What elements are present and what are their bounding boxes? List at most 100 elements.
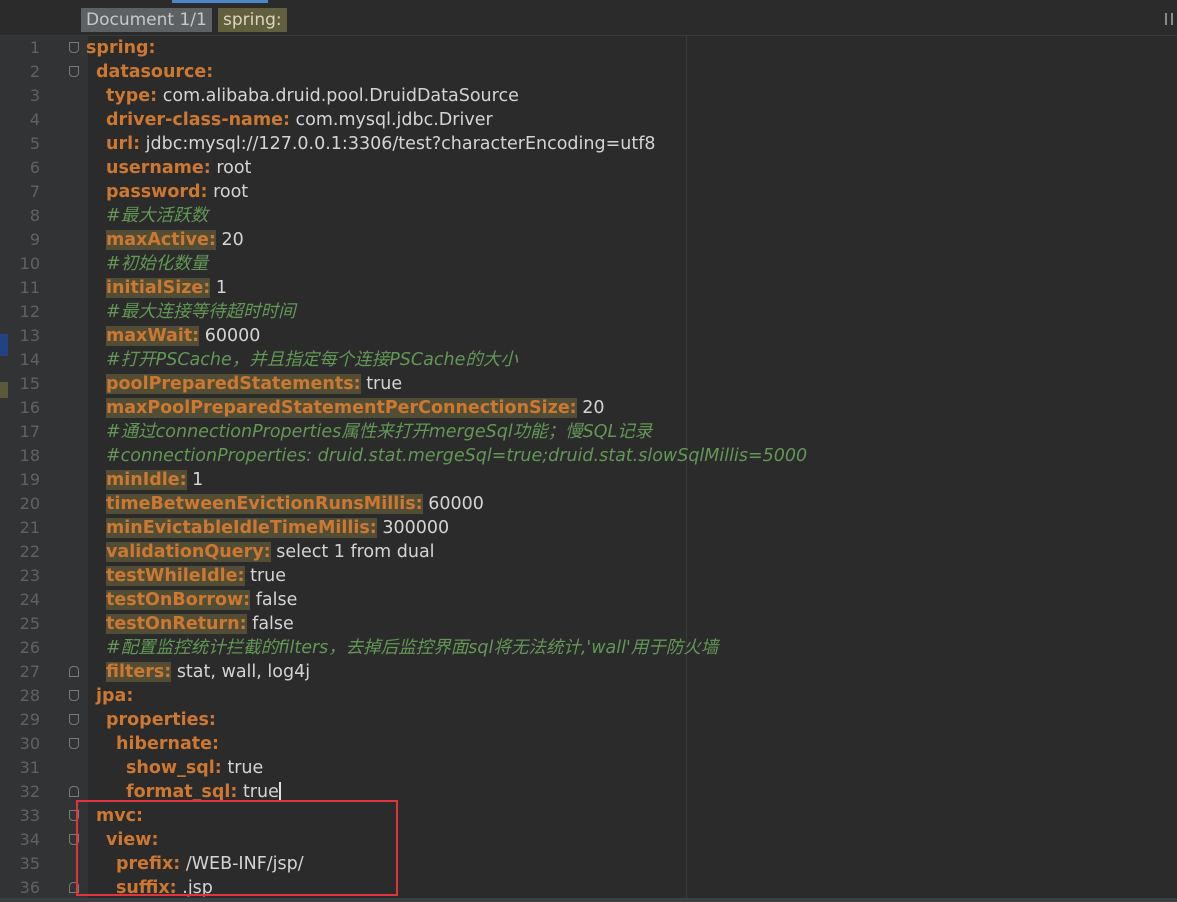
code-line[interactable]: driver-class-name: com.mysql.jdbc.Driver: [106, 108, 493, 132]
yaml-key: filters:: [106, 662, 172, 682]
code-line[interactable]: maxPoolPreparedStatementPerConnectionSiz…: [106, 396, 605, 420]
yaml-key: username:: [106, 158, 211, 178]
line-number: 27: [19, 662, 40, 681]
code-line[interactable]: minIdle: 1: [106, 468, 203, 492]
line-number: 23: [19, 566, 40, 585]
line-number: 32: [19, 782, 40, 801]
line-number: 8: [29, 206, 40, 225]
line-number: 14: [19, 350, 40, 369]
yaml-key: format_sql:: [126, 782, 238, 802]
code-line[interactable]: type: com.alibaba.druid.pool.DruidDataSo…: [106, 84, 519, 108]
fold-collapse-icon[interactable]: [69, 690, 79, 701]
line-number: 7: [29, 182, 40, 201]
strip-marker: [0, 382, 8, 398]
yaml-value: true: [237, 782, 279, 802]
yaml-key: initialSize:: [106, 278, 211, 298]
fold-collapse-icon[interactable]: [69, 738, 79, 749]
line-number: 10: [19, 254, 40, 273]
line-number: 34: [19, 830, 40, 849]
fold-collapse-icon[interactable]: [69, 42, 79, 53]
yaml-key: minIdle:: [106, 470, 187, 490]
fold-end-icon[interactable]: [69, 786, 79, 797]
yaml-comment: #配置监控统计拦截的filters，去掉后监控界面sql将无法统计,'wall'…: [106, 638, 719, 658]
yaml-value: select 1 from dual: [270, 542, 435, 562]
code-line[interactable]: show_sql: true: [126, 756, 263, 780]
code-line[interactable]: minEvictableIdleTimeMillis: 300000: [106, 516, 449, 540]
code-line[interactable]: maxActive: 20: [106, 228, 244, 252]
line-number: 5: [29, 134, 40, 153]
line-number-gutter[interactable]: 1 2 3 4 5 6 7 8 9 10 11 12 13 14 15 16 17 18 19 20 21 22 23 24 2…: [8, 36, 88, 898]
code-line[interactable]: poolPreparedStatements: true: [106, 372, 402, 396]
code-line[interactable]: #初始化数量: [106, 252, 208, 276]
breadcrumb-document[interactable]: Document 1/1: [81, 8, 212, 32]
yaml-value: root: [210, 158, 252, 178]
tool-window-strip: [0, 36, 8, 898]
line-number: 1: [29, 38, 40, 57]
code-line[interactable]: filters: stat, wall, log4j: [106, 660, 310, 684]
yaml-key: minEvictableIdleTimeMillis:: [106, 518, 377, 538]
code-line[interactable]: validationQuery: select 1 from dual: [106, 540, 435, 564]
code-line[interactable]: url: jdbc:mysql://127.0.0.1:3306/test?ch…: [106, 132, 656, 156]
line-number: 3: [29, 86, 40, 105]
yaml-key: spring:: [86, 38, 156, 58]
yaml-key: validationQuery:: [106, 542, 271, 562]
fold-collapse-icon[interactable]: [69, 66, 79, 77]
code-line[interactable]: testOnBorrow: false: [106, 588, 297, 612]
code-line[interactable]: password: root: [106, 180, 248, 204]
code-line[interactable]: maxWait: 60000: [106, 324, 260, 348]
yaml-key: maxWait:: [106, 326, 200, 346]
yaml-key: datasource:: [96, 62, 214, 82]
code-line[interactable]: datasource:: [96, 60, 213, 84]
yaml-value: true: [360, 374, 403, 394]
yaml-key: driver-class-name:: [106, 110, 290, 130]
line-number: 18: [19, 446, 40, 465]
fold-collapse-icon[interactable]: [69, 714, 79, 725]
code-editor[interactable]: spring: datasource: type: com.alibaba.drui…: [86, 36, 1177, 898]
code-line[interactable]: initialSize: 1: [106, 276, 227, 300]
code-line[interactable]: spring:: [86, 36, 156, 60]
horizontal-scrollbar[interactable]: [0, 898, 1177, 902]
yaml-value: 20: [215, 230, 244, 250]
code-line[interactable]: properties:: [106, 708, 216, 732]
breadcrumb-node-spring[interactable]: spring:: [218, 8, 287, 32]
yaml-value: root: [207, 182, 249, 202]
line-number: 24: [19, 590, 40, 609]
yaml-value: true: [244, 566, 287, 586]
line-number: 15: [19, 374, 40, 393]
line-number: 20: [19, 494, 40, 513]
code-line[interactable]: jpa:: [96, 684, 133, 708]
yaml-value: false: [246, 614, 294, 634]
yaml-value: jdbc:mysql://127.0.0.1:3306/test?charact…: [140, 134, 656, 154]
yaml-key: url:: [106, 134, 141, 154]
pause-icon[interactable]: [1165, 13, 1173, 25]
code-line[interactable]: testWhileIdle: true: [106, 564, 286, 588]
code-line[interactable]: hibernate:: [116, 732, 219, 756]
line-number: 16: [19, 398, 40, 417]
yaml-value: 60000: [199, 326, 261, 346]
line-number: 25: [19, 614, 40, 633]
code-line[interactable]: #connectionProperties: druid.stat.mergeS…: [106, 444, 807, 468]
code-line[interactable]: testOnReturn: false: [106, 612, 294, 636]
yaml-value: 300000: [376, 518, 450, 538]
code-line[interactable]: username: root: [106, 156, 251, 180]
fold-end-icon[interactable]: [69, 666, 79, 677]
code-line[interactable]: #打开PSCache，并且指定每个连接PSCache的大小: [106, 348, 518, 372]
yaml-key: poolPreparedStatements:: [106, 374, 361, 394]
yaml-comment: #最大连接等待超时时间: [106, 302, 296, 322]
code-line[interactable]: #最大活跃数: [106, 204, 208, 228]
line-number: 28: [19, 686, 40, 705]
line-number: 31: [19, 758, 40, 777]
code-line[interactable]: #最大连接等待超时时间: [106, 300, 296, 324]
code-line[interactable]: timeBetweenEvictionRunsMillis: 60000: [106, 492, 484, 516]
strip-marker: [0, 334, 8, 356]
code-line[interactable]: #通过connectionProperties属性来打开mergeSql功能；慢…: [106, 420, 652, 444]
line-number: 9: [29, 230, 40, 249]
yaml-key: properties:: [106, 710, 216, 730]
yaml-comment: #通过connectionProperties属性来打开mergeSql功能；慢…: [106, 422, 653, 442]
line-number: 13: [19, 326, 40, 345]
yaml-key: password:: [106, 182, 208, 202]
code-line[interactable]: #配置监控统计拦截的filters，去掉后监控界面sql将无法统计,'wall'…: [106, 636, 718, 660]
line-number: 22: [19, 542, 40, 561]
yaml-key: timeBetweenEvictionRunsMillis:: [106, 494, 423, 514]
yaml-value: true: [221, 758, 264, 778]
